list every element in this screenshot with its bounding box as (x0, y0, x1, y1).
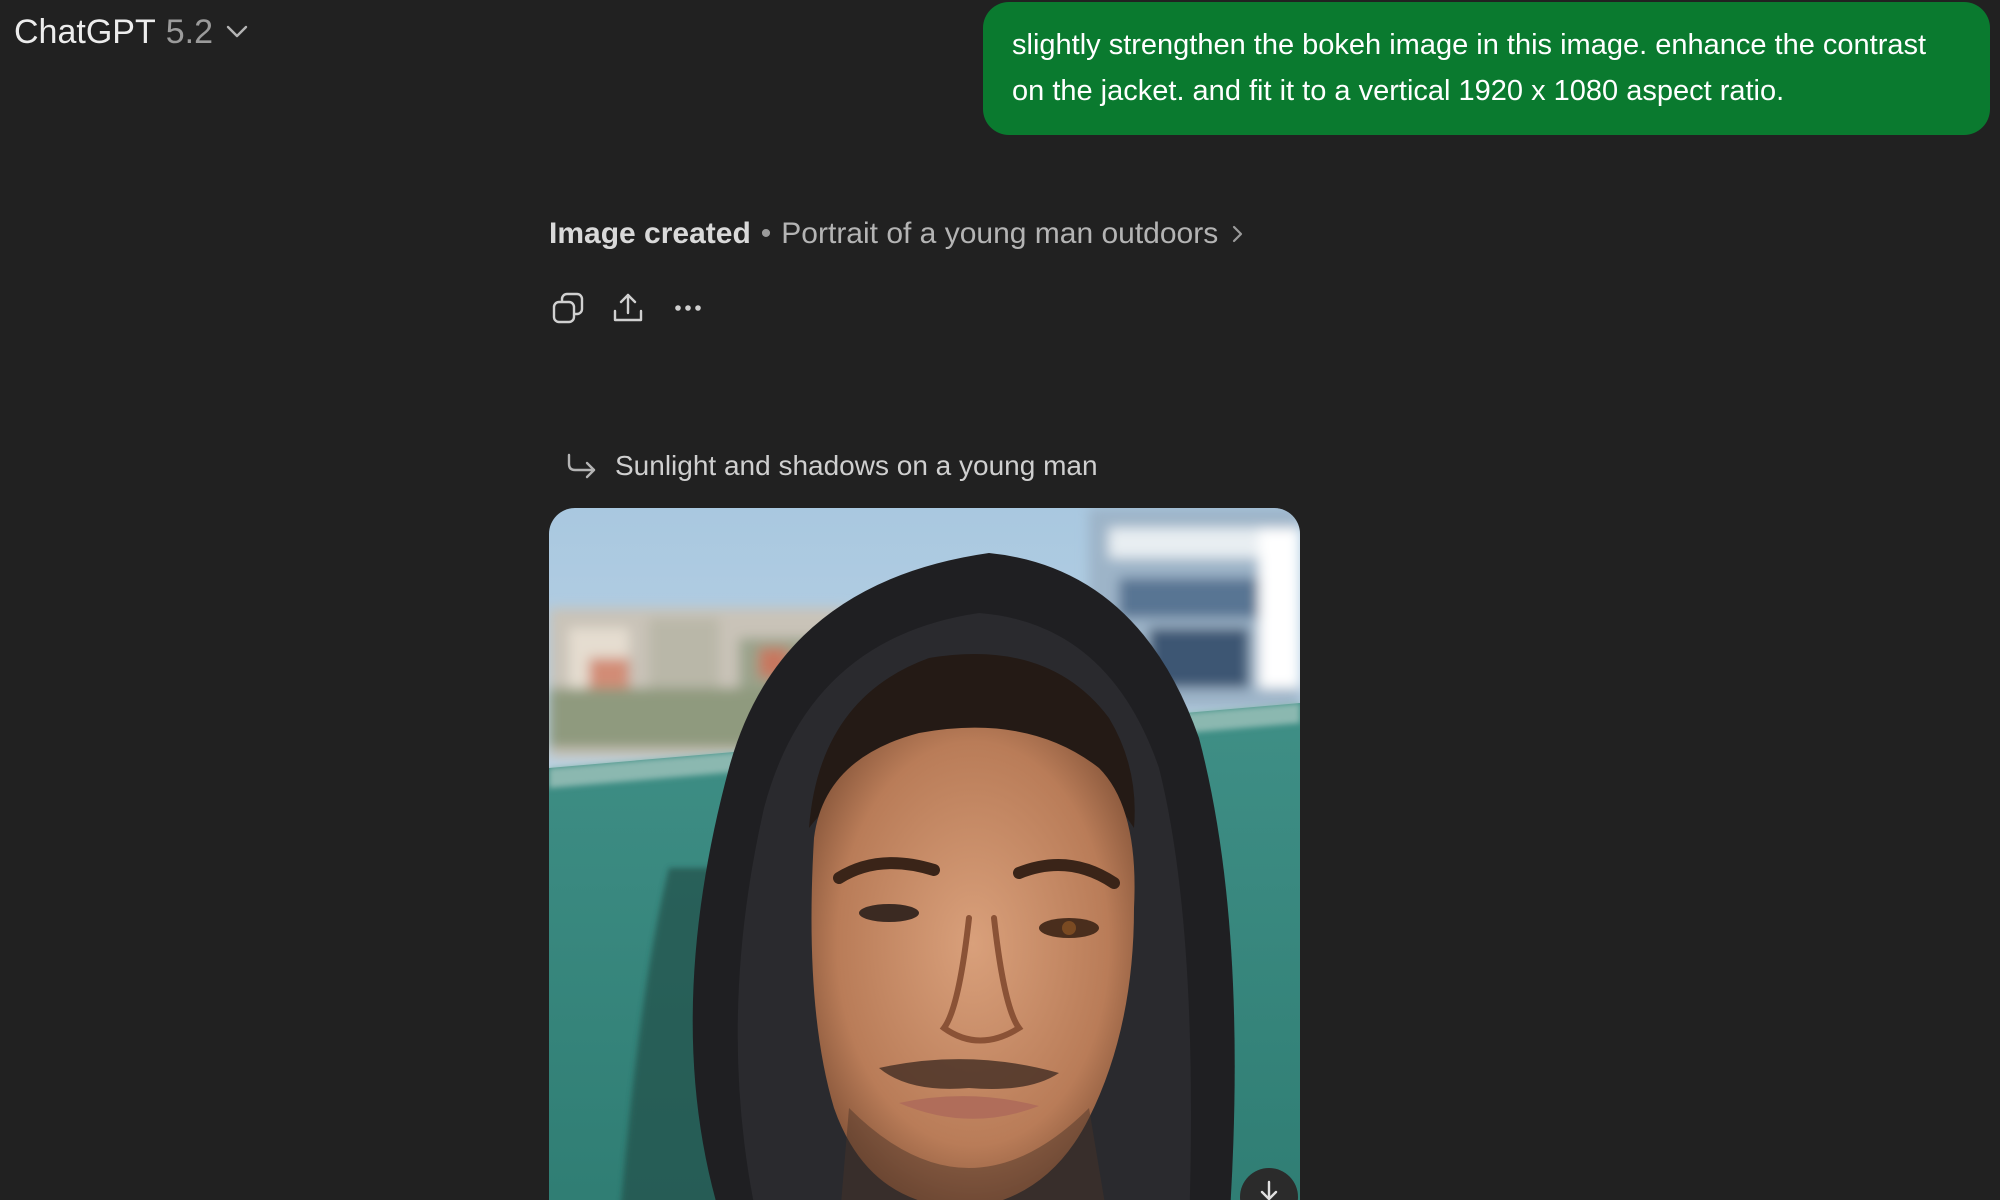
image-sub-caption: Sunlight and shadows on a young man (565, 444, 1098, 488)
download-icon (1260, 1180, 1278, 1200)
reply-arrow-icon (567, 453, 596, 479)
app-name: ChatGPT (14, 12, 156, 51)
sub-caption-text: Sunlight and shadows on a young man (615, 450, 1098, 481)
share-icon (613, 293, 643, 322)
chevron-down-icon (223, 18, 251, 46)
image-title-link[interactable]: Portrait of a young man outdoors (781, 217, 1218, 251)
more-options-button[interactable] (668, 288, 708, 328)
copy-button[interactable] (548, 288, 588, 328)
portrait-photo (549, 508, 1300, 1200)
model-switcher[interactable]: ChatGPT 5.2 (14, 8, 251, 56)
user-message-text: slightly strengthen the bokeh image in t… (1012, 29, 1927, 107)
chevron-right-icon (1232, 224, 1244, 244)
copy-icon (552, 292, 584, 324)
model-version: 5.2 (165, 12, 213, 51)
share-button[interactable] (608, 288, 648, 328)
user-message-bubble: slightly strengthen the bokeh image in t… (983, 2, 1990, 135)
generated-image[interactable] (549, 508, 1300, 1200)
image-created-header[interactable]: Image created • Portrait of a young man … (549, 212, 1244, 256)
image-created-label: Image created (549, 217, 751, 250)
more-icon (675, 305, 701, 311)
response-action-bar (548, 288, 708, 328)
chat-page: ChatGPT 5.2 slightly strengthen the boke… (0, 0, 2000, 1200)
separator-dot: • (760, 217, 772, 250)
